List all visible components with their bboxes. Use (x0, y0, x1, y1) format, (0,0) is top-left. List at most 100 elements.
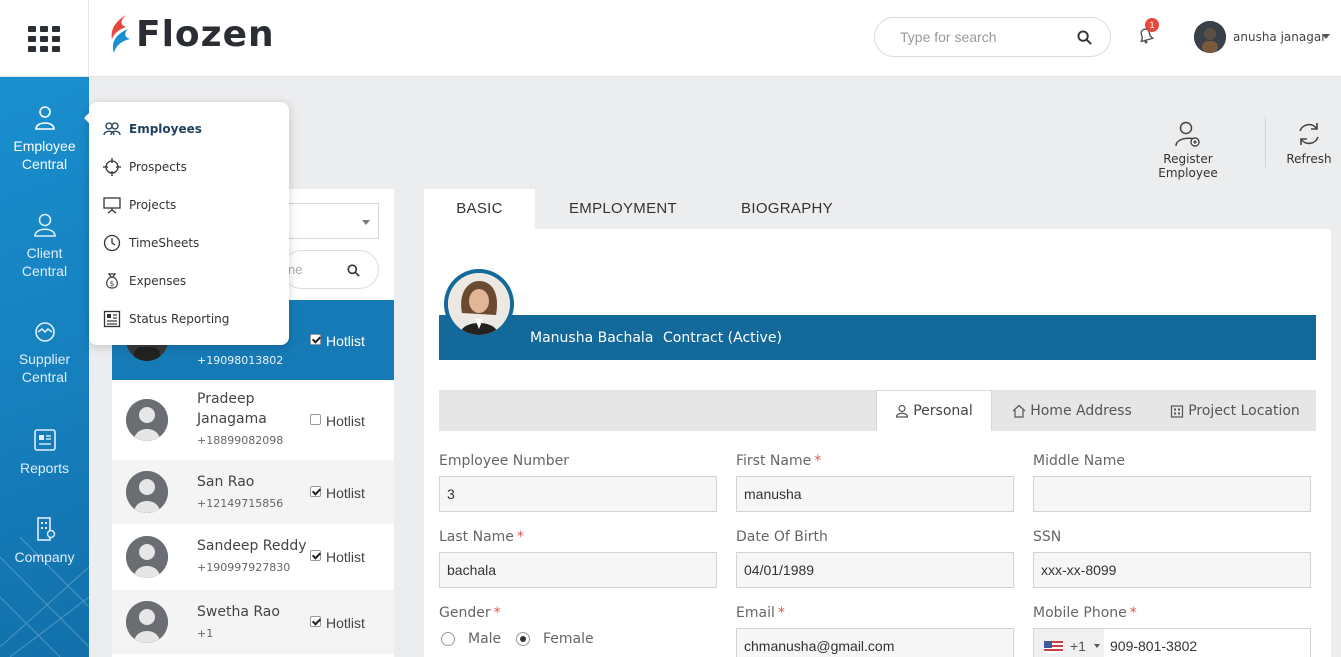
profile-image-icon (448, 273, 510, 335)
action-divider (1265, 117, 1266, 167)
user-name[interactable]: anusha janagar (1233, 30, 1326, 44)
employee-phone: +12149715856 (197, 497, 284, 510)
presentation-icon (103, 197, 121, 214)
tab-employment[interactable]: EMPLOYMENT (555, 189, 691, 229)
employee-list-item[interactable]: Pradeep Janagama +18899082098 Hotlist (112, 380, 394, 460)
email-label: Email * (736, 605, 785, 621)
hotlist-checkbox[interactable] (310, 616, 321, 627)
gender-label: Gender * (439, 605, 501, 621)
employee-list-item[interactable]: San Rao +12149715856 Hotlist (112, 460, 394, 524)
sidebar-item-client-central[interactable]: Client Central (0, 212, 89, 280)
required-marker: * (814, 453, 822, 469)
first-name-field[interactable]: manusha (736, 476, 1014, 512)
ssn-label: SSN (1033, 529, 1062, 545)
employee-avatar (126, 471, 168, 513)
people-icon (103, 122, 121, 136)
sidebar-decoration (0, 537, 89, 657)
sidebar-item-employee-central[interactable]: Employee Central (0, 105, 89, 173)
employee-list-item[interactable]: Swetha Rao +1 Hotlist (112, 590, 394, 654)
required-marker: * (493, 605, 501, 621)
hotlist-label: Hotlist (326, 549, 365, 565)
sidebar-item-reports[interactable]: Reports (0, 427, 89, 477)
subtab-label: Project Location (1188, 402, 1300, 419)
subtab-personal[interactable]: Personal (876, 390, 992, 431)
menu-item-label: Prospects (129, 160, 187, 174)
client-icon (33, 213, 56, 237)
menu-item-label: Expenses (129, 274, 187, 288)
country-caret-icon (1094, 644, 1100, 648)
status-filter-select[interactable] (287, 203, 379, 239)
last-name-field[interactable]: bachala (439, 552, 717, 588)
employee-name: San Rao (197, 474, 255, 490)
last-name-label: Last Name * (439, 529, 524, 545)
employee-phone: +18899082098 (197, 434, 284, 447)
employee-search-placeholder: ne (288, 262, 303, 277)
employee-list-item[interactable]: Sandeep Reddy +190997927830 Hotlist (112, 524, 394, 590)
notification-badge: 1 (1145, 18, 1159, 32)
middle-name-label: Middle Name (1033, 453, 1125, 469)
register-employee-button[interactable]: Register Employee (1134, 120, 1242, 180)
user-menu-caret-icon[interactable] (1322, 34, 1330, 39)
profile-photo[interactable] (444, 269, 514, 339)
ssn-field[interactable]: xxx-xx-8099 (1033, 552, 1311, 588)
global-search[interactable] (874, 17, 1111, 57)
grid-icon (28, 25, 60, 52)
hotlist-checkbox[interactable] (310, 414, 321, 425)
hotlist-checkbox[interactable] (310, 334, 321, 345)
subtab-label: Home Address (1030, 402, 1132, 419)
refresh-label: Refresh (1286, 152, 1332, 166)
subtab-project-location[interactable]: Project Location (1163, 390, 1307, 431)
main-sidebar: Employee Central Client Central Supplier… (0, 77, 89, 657)
menu-item-employees[interactable]: Employees (103, 118, 202, 140)
first-name-label: First Name * (736, 453, 822, 469)
add-user-icon (1175, 121, 1200, 147)
middle-name-field[interactable] (1033, 476, 1311, 512)
menu-item-projects[interactable]: Projects (103, 194, 176, 216)
profile-status: Contract (Active) (663, 330, 782, 346)
menu-pointer (84, 111, 91, 125)
hotlist-checkbox[interactable] (310, 550, 321, 561)
tab-biography[interactable]: BIOGRAPHY (728, 189, 846, 229)
required-marker: * (516, 529, 524, 545)
gender-male-radio[interactable] (441, 632, 455, 646)
hotlist-checkbox[interactable] (310, 486, 321, 497)
subtab-label: Personal (913, 403, 973, 419)
employee-phone: +190997927830 (197, 561, 291, 574)
tab-basic[interactable]: BASIC (424, 189, 535, 229)
sidebar-label: Central (21, 369, 68, 385)
employee-search[interactable]: ne (282, 250, 379, 289)
employee-number-field[interactable]: 3 (439, 476, 717, 512)
required-marker: * (777, 605, 785, 621)
employee-avatar (126, 536, 168, 578)
avatar-image-icon (1194, 21, 1226, 53)
date-of-birth-field[interactable]: 04/01/1989 (736, 552, 1014, 588)
refresh-button[interactable]: Refresh (1283, 120, 1335, 166)
user-avatar[interactable] (1194, 21, 1226, 53)
menu-item-status-reporting[interactable]: Status Reporting (103, 308, 229, 330)
menu-item-expenses[interactable]: $ Expenses (103, 270, 186, 292)
subtab-home-address[interactable]: Home Address (1006, 390, 1138, 431)
search-input[interactable] (900, 29, 1070, 45)
report-icon (103, 310, 121, 328)
hotlist-label: Hotlist (326, 333, 365, 349)
employee-number-label: Employee Number (439, 453, 570, 469)
hotlist-label: Hotlist (326, 485, 365, 501)
menu-item-prospects[interactable]: Prospects (103, 156, 187, 178)
sidebar-label: Supplier (18, 351, 71, 367)
sidebar-label: Reports (19, 460, 70, 476)
svg-text:$: $ (110, 280, 114, 288)
gender-female-radio[interactable] (516, 632, 530, 646)
menu-item-timesheets[interactable]: TimeSheets (103, 232, 199, 254)
employee-phone: +19098013802 (197, 354, 284, 367)
reports-icon (33, 429, 56, 451)
search-icon[interactable] (347, 264, 360, 277)
email-field[interactable]: chmanusha@gmail.com (736, 628, 1014, 657)
required-marker: * (1129, 605, 1137, 621)
app-logo[interactable]: Flozen (106, 12, 275, 56)
search-icon[interactable] (1077, 30, 1092, 45)
employee-avatar (126, 399, 168, 441)
sidebar-label: Client (26, 245, 63, 261)
profile-name: Manusha Bachala (530, 330, 654, 346)
apps-grid-button[interactable] (0, 0, 89, 77)
sidebar-item-supplier-central[interactable]: Supplier Central (0, 320, 89, 386)
